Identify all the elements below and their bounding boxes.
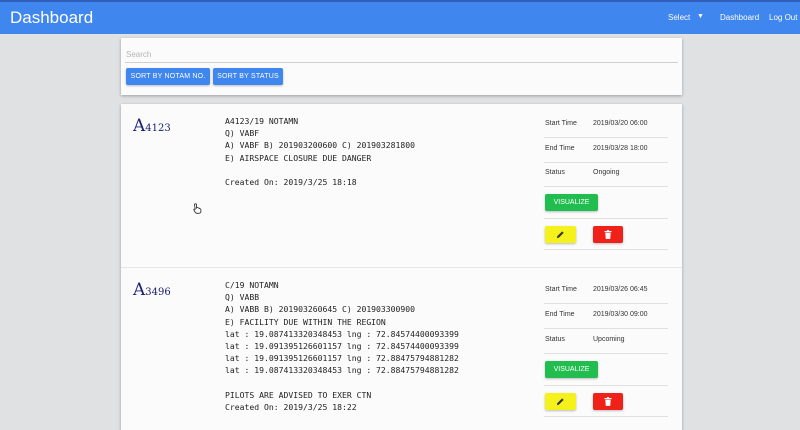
trash-icon — [604, 397, 612, 406]
notam-line: A) VABB B) 201903260645 C) 201903300900 — [225, 304, 416, 315]
top-navbar: Dashboard Select ▼ Dashboard Log Out — [0, 0, 800, 34]
start-time-row: Start Time 2019/03/20 06:00 — [544, 113, 668, 138]
end-time-row: End Time 2019/03/30 09:00 — [544, 304, 668, 329]
search-input[interactable] — [125, 47, 678, 63]
notam-line: Q) VABB — [225, 292, 260, 303]
notam-created-on: Created On: 2019/3/25 18:22 — [225, 402, 357, 413]
notam-coordinate-line: lat : 19.087413320348453 lng : 72.845744… — [225, 328, 459, 339]
notam-card: A4123 A4123/19 NOTAMN Q) VABF A) VABF B) 2… — [121, 104, 682, 267]
notam-coordinate-line: lat : 19.091395126601157 lng : 72.845744… — [225, 341, 459, 352]
pencil-icon — [556, 231, 564, 239]
end-time-row: End Time 2019/03/28 18:00 — [544, 138, 668, 163]
edit-button[interactable] — [545, 393, 576, 410]
notam-line: E) FACILITY DUE WITHIN THE REGION — [225, 316, 386, 327]
visualize-button[interactable]: VISUALIZE — [545, 194, 598, 211]
hand-cursor-icon — [193, 203, 202, 214]
notam-id: A4123 — [133, 116, 171, 136]
start-time-value: 2019/03/20 06:00 — [593, 120, 648, 127]
start-time-row: Start Time 2019/03/26 06:45 — [544, 279, 668, 304]
notam-coordinate-line: lat : 19.091395126601157 lng : 72.884757… — [225, 353, 459, 364]
status-row: Status Upcoming — [544, 329, 668, 354]
start-time-label: Start Time — [545, 286, 577, 293]
status-value: Upcoming — [593, 336, 625, 343]
notam-list: A4123 A4123/19 NOTAMN Q) VABF A) VABF B) 2… — [121, 104, 682, 430]
end-time-value: 2019/03/30 09:00 — [593, 311, 648, 318]
trash-icon — [604, 230, 612, 239]
divider — [544, 218, 668, 219]
notam-text: A4123/19 NOTAMN Q) VABF A) VABF B) 2019032… — [225, 115, 415, 188]
app-title[interactable]: Dashboard — [10, 8, 93, 28]
notam-line: Q) VABF — [225, 128, 260, 139]
edit-button[interactable] — [545, 226, 576, 243]
divider — [544, 385, 668, 386]
notam-line — [225, 164, 415, 176]
end-time-value: 2019/03/28 18:00 — [593, 145, 648, 152]
notam-coordinate-line: lat : 19.087413320348453 lng : 72.884757… — [225, 365, 459, 376]
pencil-icon — [556, 398, 564, 406]
notam-line: PILOTS ARE ADVISED TO EXER CTN — [225, 389, 372, 400]
start-time-value: 2019/03/26 06:45 — [593, 286, 648, 293]
divider — [544, 249, 668, 250]
notam-line: A) VABF B) 201903200600 C) 201903281800 — [225, 140, 416, 151]
notam-text: C/19 NOTAMN Q) VABB A) VABB B) 20190326064… — [225, 279, 459, 413]
nav-select-dropdown[interactable]: Select — [668, 13, 690, 22]
notam-number: 4123 — [145, 123, 171, 134]
search-panel: SORT BY NOTAM NO. SORT BY STATUS — [121, 38, 682, 95]
notam-card: A3496 C/19 NOTAMN Q) VABB A) VABB B) 20190… — [121, 268, 682, 430]
delete-button[interactable] — [593, 226, 623, 243]
notam-line — [225, 377, 459, 389]
notam-number: 3496 — [145, 287, 171, 298]
notam-line: E) AIRSPACE CLOSURE DUE DANGER — [225, 152, 372, 163]
notam-series: A — [133, 280, 146, 300]
notam-line: A4123/19 NOTAMN — [225, 116, 299, 126]
status-label: Status — [545, 169, 565, 176]
nav-link-logout[interactable]: Log Out — [769, 13, 797, 22]
caret-down-icon[interactable]: ▼ — [697, 13, 704, 20]
notam-id: A3496 — [133, 280, 171, 300]
status-label: Status — [545, 336, 565, 343]
start-time-label: Start Time — [545, 120, 577, 127]
delete-button[interactable] — [593, 393, 623, 410]
notam-line: C/19 NOTAMN — [225, 280, 279, 290]
end-time-label: End Time — [545, 311, 575, 318]
sort-by-status-button[interactable]: SORT BY STATUS — [213, 68, 283, 85]
divider — [544, 416, 668, 417]
notam-created-on: Created On: 2019/3/25 18:18 — [225, 177, 357, 188]
sort-by-notam-number-button[interactable]: SORT BY NOTAM NO. — [126, 68, 210, 85]
status-row: Status Ongoing — [544, 162, 668, 187]
end-time-label: End Time — [545, 145, 575, 152]
nav-link-dashboard[interactable]: Dashboard — [720, 13, 759, 22]
visualize-button[interactable]: VISUALIZE — [545, 361, 598, 378]
notam-series: A — [133, 116, 146, 136]
status-value: Ongoing — [593, 169, 620, 176]
